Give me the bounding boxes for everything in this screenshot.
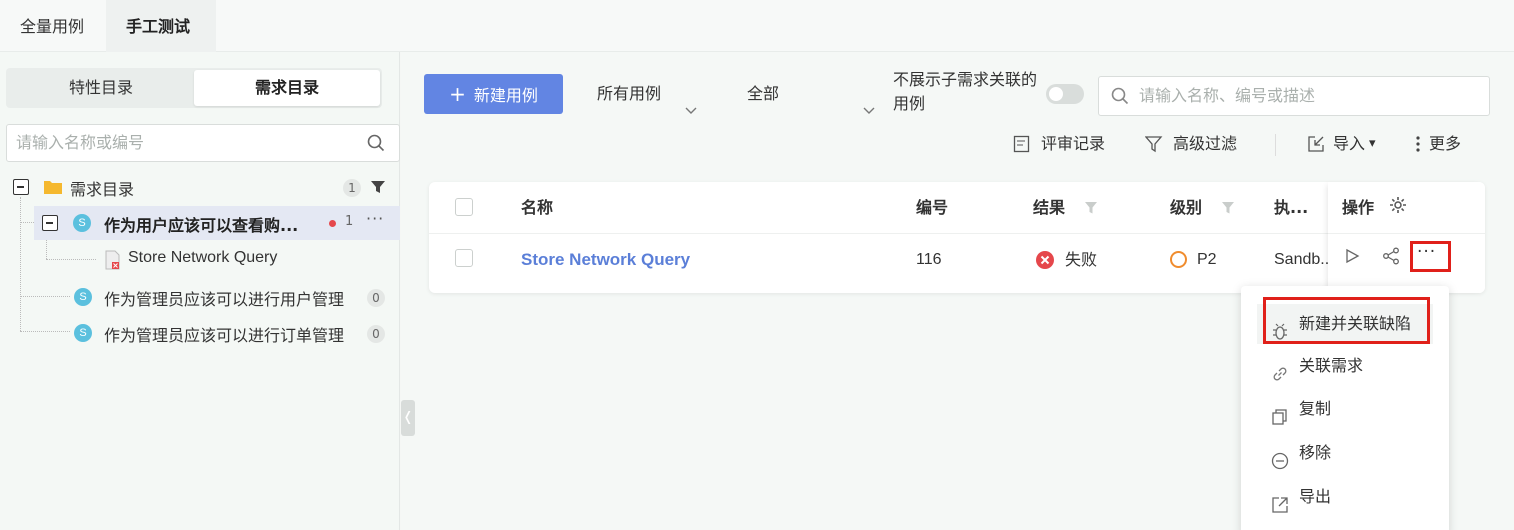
tree-root-row[interactable]: 需求目录 1	[0, 170, 400, 204]
tree-search-box	[6, 124, 400, 162]
column-header-result[interactable]: 结果	[1033, 182, 1065, 233]
tree-item-label: 作为管理员应该可以进行订单管理	[104, 326, 345, 345]
gear-icon[interactable]	[1389, 196, 1407, 218]
tab-all-cases[interactable]: 全量用例	[0, 0, 106, 52]
story-badge-icon: S	[74, 288, 92, 306]
import-icon	[1307, 135, 1325, 160]
feature-directory-tab[interactable]: 特性目录	[8, 70, 194, 106]
review-record-label: 评审记录	[1041, 134, 1106, 153]
hide-sub-requirement-label: 不展示子需求关联的用例	[893, 70, 1038, 113]
plus-icon: +	[449, 82, 466, 106]
menu-item-export[interactable]: 导出	[1257, 477, 1433, 517]
toolbar-divider	[1275, 134, 1276, 156]
status-filter-value: 全部	[747, 84, 780, 103]
collapse-panel-handle[interactable]: ❬	[401, 400, 415, 436]
directory-switch: 特性目录 需求目录	[6, 68, 382, 108]
collapse-toggle[interactable]	[13, 179, 29, 195]
priority-circle-icon	[1170, 251, 1187, 268]
story-badge-icon: S	[74, 324, 92, 342]
hide-sub-requirement-toggle[interactable]	[1046, 84, 1084, 104]
menu-item-link-requirement[interactable]: 关联需求	[1257, 346, 1433, 386]
new-case-label: 新建用例	[473, 86, 538, 105]
tree-guide-line	[20, 222, 34, 223]
funnel-icon	[1144, 135, 1163, 160]
play-icon[interactable]	[1344, 248, 1360, 268]
case-executor: Sandb...	[1274, 251, 1328, 268]
top-tab-bar: 全量用例 手工测试	[0, 0, 1514, 52]
header-divider	[1328, 233, 1485, 234]
count-badge: 0	[367, 325, 385, 343]
menu-item-label: 关联需求	[1299, 356, 1364, 375]
search-icon	[1111, 87, 1129, 109]
tree-item-requirement[interactable]: S 作为管理员应该可以进行订单管理 0	[0, 316, 400, 350]
chevron-down-icon	[863, 90, 875, 130]
tree-item-label: Store Network Query	[128, 249, 278, 266]
count-badge: 1	[343, 179, 361, 197]
highlight-more-actions	[1410, 241, 1451, 272]
menu-item-label: 导出	[1299, 487, 1332, 506]
operations-column: 操作 ···	[1328, 182, 1485, 293]
column-header-level[interactable]: 级别	[1170, 182, 1202, 233]
export-icon	[1271, 489, 1289, 529]
case-name-link[interactable]: Store Network Query	[521, 234, 690, 286]
more-icon[interactable]: ···	[366, 209, 384, 228]
column-header-operations: 操作	[1342, 198, 1375, 217]
tree-item-case[interactable]: Store Network Query	[0, 242, 400, 276]
count-badge: 0	[367, 289, 385, 307]
tree-root-label: 需求目录	[70, 180, 135, 199]
requirement-directory-tab[interactable]: 需求目录	[194, 70, 380, 106]
story-badge-icon: S	[73, 214, 91, 232]
tree-item-label: 作为用户应该可以查看购...	[104, 216, 299, 235]
menu-item-copy[interactable]: 复制	[1257, 389, 1433, 429]
case-id: 116	[916, 251, 942, 268]
chevron-down-icon	[685, 90, 697, 130]
filter-icon[interactable]	[370, 179, 386, 199]
menu-item-label: 移除	[1299, 443, 1332, 462]
row-checkbox[interactable]	[455, 249, 473, 267]
search-icon[interactable]	[367, 134, 385, 156]
case-file-icon	[104, 250, 122, 274]
import-label: 导入	[1333, 134, 1366, 153]
fail-icon	[1035, 250, 1055, 274]
highlight-create-link-defect	[1263, 297, 1430, 344]
status-filter-select[interactable]: 全部	[747, 74, 877, 114]
column-header-id[interactable]: 编号	[916, 182, 948, 233]
folder-icon	[43, 179, 63, 199]
tree-item-selected[interactable]: S 作为用户应该可以查看购... 1 ···	[34, 206, 400, 240]
review-record-button[interactable]: 评审记录	[1013, 132, 1113, 156]
count-badge: 1	[345, 214, 354, 229]
advanced-filter-label: 高级过滤	[1173, 134, 1238, 153]
new-case-button[interactable]: + 新建用例	[424, 74, 563, 114]
column-header-name[interactable]: 名称	[521, 182, 553, 233]
review-icon	[1013, 135, 1031, 160]
left-panel: 特性目录 需求目录 需求目录 1 S 作为用户应该可以查看购... 1 ···	[0, 52, 400, 530]
select-all-checkbox[interactable]	[455, 198, 473, 216]
column-filter-icon[interactable]	[1084, 200, 1098, 219]
tree-item-requirement[interactable]: S 作为管理员应该可以进行用户管理 0	[0, 280, 400, 314]
case-table: 名称 编号 结果 级别 执... Store Network Query 116…	[429, 182, 1485, 293]
column-filter-icon[interactable]	[1221, 200, 1235, 219]
more-button[interactable]: 更多	[1415, 132, 1475, 156]
menu-item-remove[interactable]: 移除	[1257, 433, 1433, 473]
tab-manual-test[interactable]: 手工测试	[106, 0, 216, 52]
case-scope-value: 所有用例	[597, 84, 662, 103]
import-button[interactable]: 导入 ▾	[1307, 132, 1387, 156]
case-level: P2	[1197, 251, 1217, 268]
case-result: 失败	[1065, 250, 1098, 269]
tree-search-input[interactable]	[16, 133, 356, 152]
more-label: 更多	[1429, 134, 1462, 153]
case-search-input[interactable]	[1139, 86, 1479, 105]
column-header-executor[interactable]: 执...	[1274, 182, 1324, 233]
caret-down-icon: ▾	[1369, 136, 1376, 151]
collapse-toggle[interactable]	[42, 215, 58, 231]
case-scope-select[interactable]: 所有用例	[597, 74, 707, 114]
advanced-filter-button[interactable]: 高级过滤	[1144, 132, 1245, 156]
share-icon[interactable]	[1382, 247, 1400, 269]
status-dot-icon	[329, 220, 336, 227]
tree-item-label: 作为管理员应该可以进行用户管理	[104, 290, 345, 309]
menu-item-label: 复制	[1299, 399, 1332, 418]
case-search-box	[1098, 76, 1490, 116]
vertical-ellipsis-icon	[1415, 135, 1421, 160]
